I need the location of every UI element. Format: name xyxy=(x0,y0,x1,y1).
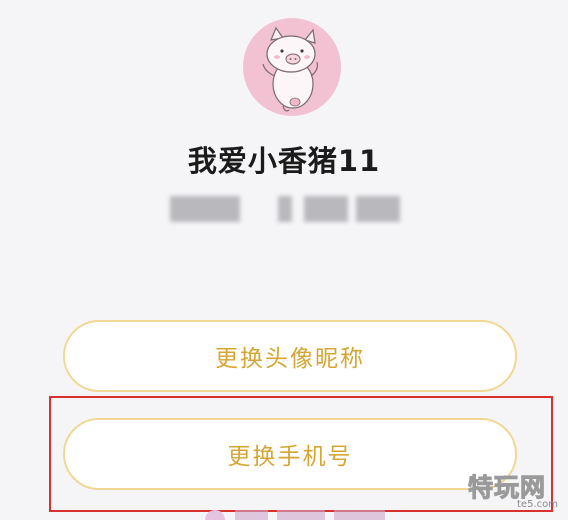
cut-off-list-item xyxy=(205,508,405,520)
change-avatar-nickname-button[interactable]: 更换头像昵称 xyxy=(63,320,517,392)
cut-off-icon xyxy=(205,510,225,520)
watermark-domain: te5.com xyxy=(517,499,558,510)
cut-off-label xyxy=(235,510,385,520)
avatar[interactable] xyxy=(243,18,341,116)
masked-phone-number xyxy=(150,196,430,222)
pig-icon xyxy=(262,26,318,112)
change-phone-button[interactable]: 更换手机号 xyxy=(63,418,517,490)
nickname: 我爱小香猪11 xyxy=(187,144,381,178)
watermark: 特玩网 te5.com xyxy=(467,468,560,514)
